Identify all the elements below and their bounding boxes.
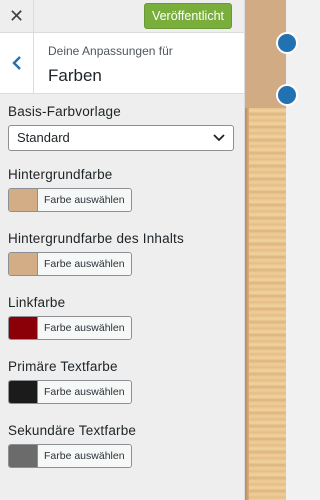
scheme-select[interactable]: Standard [8,125,234,151]
close-button[interactable]: ✕ [0,0,34,32]
section-header: Deine Anpassungen für Farben [0,33,244,94]
back-button[interactable] [0,33,34,93]
color-swatch [9,189,38,211]
preview-wood-background [249,108,286,500]
customizer-topbar: ✕ Veröffentlicht [0,0,244,33]
chevron-left-icon [11,56,21,70]
publish-button[interactable]: Veröffentlicht [143,3,232,29]
color-picker-button[interactable]: Farbe auswählen [8,252,132,276]
color-picker-label: Farbe auswählen [38,445,131,467]
color-control-label: Sekundäre Textfarbe [8,423,137,438]
color-swatch [9,253,38,275]
close-icon: ✕ [8,5,25,26]
color-swatch [9,381,38,403]
color-control-label: Linkfarbe [8,295,66,310]
color-control-label: Hintergrundfarbe [8,167,113,182]
color-picker-button[interactable]: Farbe auswählen [8,316,132,340]
section-subtitle: Deine Anpassungen für [48,44,173,58]
color-picker-label: Farbe auswählen [38,189,131,211]
chevron-down-icon [213,134,225,142]
color-swatch [9,317,38,339]
color-control-primary-text: Primäre Textfarbe Farbe auswählen [8,359,236,408]
color-control-content-background: Hintergrundfarbe des Inhalts Farbe auswä… [8,231,236,280]
color-control-label: Hintergrundfarbe des Inhalts [8,231,184,246]
controls: Basis-Farbvorlage Standard Hintergrundfa… [8,104,236,487]
color-control-link: Linkfarbe Farbe auswählen [8,295,236,344]
color-control-secondary-text: Sekundäre Textfarbe Farbe auswählen [8,423,236,472]
color-picker-button[interactable]: Farbe auswählen [8,380,132,404]
color-control-background: Hintergrundfarbe Farbe auswählen [8,167,236,216]
color-swatch [9,445,38,467]
color-picker-label: Farbe auswählen [38,317,131,339]
scheme-selected-value: Standard [17,130,70,145]
color-picker-label: Farbe auswählen [38,381,131,403]
color-picker-button[interactable]: Farbe auswählen [8,188,132,212]
edit-shortcut-icon[interactable] [276,84,298,106]
section-title: Farben [48,66,102,85]
customizer-panel: ✕ Veröffentlicht Deine Anpassungen für F… [0,0,245,500]
scheme-label: Basis-Farbvorlage [8,104,121,119]
edit-shortcut-icon[interactable] [276,32,298,54]
color-picker-label: Farbe auswählen [38,253,131,275]
color-picker-button[interactable]: Farbe auswählen [8,444,132,468]
color-control-label: Primäre Textfarbe [8,359,118,374]
